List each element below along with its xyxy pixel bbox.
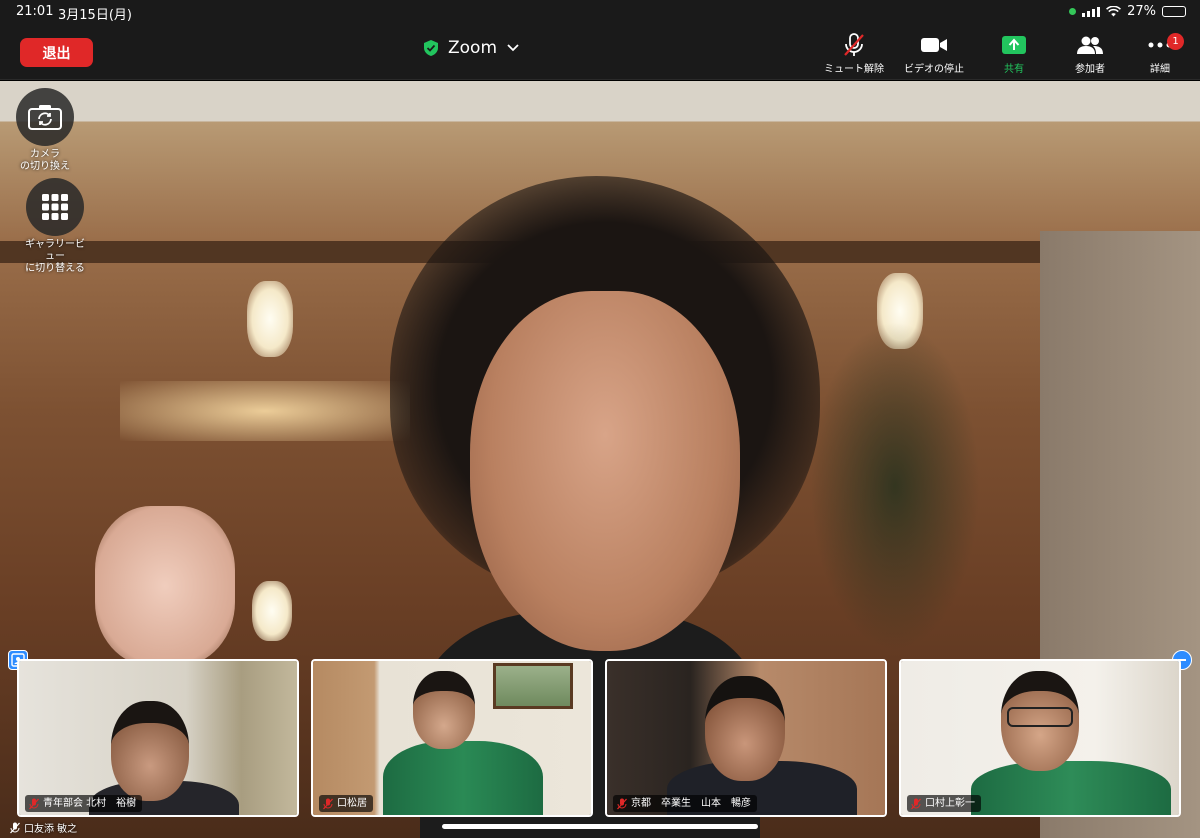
status-date: 3月15日(月): [58, 8, 132, 23]
more-label: 詳細: [1150, 64, 1170, 75]
share-label: 共有: [1004, 64, 1024, 75]
camera-in-use-indicator-icon: [1069, 8, 1077, 15]
unmute-label: ミュート解除: [824, 64, 884, 75]
share-button[interactable]: 共有: [974, 32, 1054, 75]
participant-head: [111, 701, 189, 801]
participant-head: [413, 671, 475, 749]
participant-thumbnail[interactable]: 口松居: [311, 659, 593, 817]
participant-head: [705, 676, 785, 781]
participant-name-tag: 青年部会 北村 裕樹: [25, 795, 143, 812]
more-button[interactable]: 詳細 1: [1120, 32, 1200, 75]
participant-name: 京都 卒業生 山本 暢彦: [631, 798, 751, 809]
speaker-hand: [95, 506, 235, 666]
unmute-button[interactable]: ミュート解除: [814, 32, 894, 75]
battery-icon: [1162, 6, 1186, 17]
participant-name: 口松居: [337, 798, 367, 809]
participant-name: 口村上彰一: [925, 798, 975, 809]
participant-thumbnail[interactable]: 青年部会 北村 裕樹: [17, 659, 299, 817]
grid-icon: [42, 194, 68, 220]
video-camera-icon: [921, 38, 947, 52]
glasses: [1007, 707, 1073, 727]
pendant-lamp-left: [247, 281, 293, 357]
participants-icon: [1077, 36, 1103, 54]
gallery-view-button[interactable]: ギャラリービ ュー に切り替える: [8, 178, 102, 275]
switch-camera-button[interactable]: カメラ の切り換え: [12, 88, 78, 173]
stop-video-label: ビデオの停止: [904, 64, 964, 75]
meeting-title-text: Zoom: [448, 38, 498, 58]
microphone-muted-icon: [911, 798, 921, 809]
participants-label: 参加者: [1075, 64, 1105, 75]
bulb-lamp: [252, 581, 292, 641]
microphone-muted-icon: [29, 798, 39, 809]
status-bar: 21:01 3月15日(月) 27%: [0, 0, 1200, 24]
status-time: 21:01: [16, 4, 54, 19]
microphone-muted-icon: [10, 822, 20, 833]
wifi-icon: [1106, 6, 1122, 17]
active-speaker-label: 口友添 敏之: [10, 820, 77, 835]
share-screen-icon: [1002, 36, 1026, 54]
participant-body: [971, 761, 1171, 815]
battery-percent: 27%: [1127, 4, 1156, 19]
participant-name-tag: 口松居: [319, 795, 373, 812]
chevron-down-icon: [507, 44, 519, 52]
camera-switch-icon: [28, 105, 62, 130]
cellular-signal-icon: [1082, 6, 1101, 17]
wall-picture: [493, 663, 573, 709]
home-indicator[interactable]: [442, 824, 758, 829]
plant: [810, 321, 980, 651]
gallery-line3: に切り替える: [25, 263, 85, 274]
participant-thumbnail[interactable]: 京都 卒業生 山本 暢彦: [605, 659, 887, 817]
microphone-muted-icon: [617, 798, 627, 809]
gallery-line2: ュー: [45, 251, 65, 262]
stop-video-button[interactable]: ビデオの停止: [894, 32, 974, 75]
shelf-light: [120, 381, 410, 441]
status-right: 27%: [1069, 4, 1186, 19]
meeting-toolbar: 退出 Zoom ミュート解除 ビデオの停止 共有 参加者 詳細 1: [0, 24, 1200, 80]
leave-button[interactable]: 退出: [20, 38, 93, 67]
participant-name: 青年部会 北村 裕樹: [43, 798, 137, 809]
participants-button[interactable]: 参加者: [1050, 32, 1130, 75]
microphone-muted-icon: [323, 798, 333, 809]
participant-body: [383, 741, 543, 815]
switch-camera-line1: カメラ: [30, 149, 60, 160]
shield-check-icon: [424, 40, 438, 56]
notification-badge: 1: [1167, 33, 1184, 50]
participant-thumbnail[interactable]: 口村上彰一: [899, 659, 1181, 817]
participant-name-tag: 京都 卒業生 山本 暢彦: [613, 795, 757, 812]
participant-name-tag: 口村上彰一: [907, 795, 981, 812]
active-speaker-name: 口友添 敏之: [24, 824, 78, 835]
speaker-face: [470, 291, 740, 651]
meeting-title[interactable]: Zoom: [424, 38, 519, 58]
switch-camera-line2: の切り換え: [20, 161, 70, 172]
microphone-muted-icon: [844, 33, 864, 56]
gallery-line1: ギャラリービ: [25, 239, 85, 250]
